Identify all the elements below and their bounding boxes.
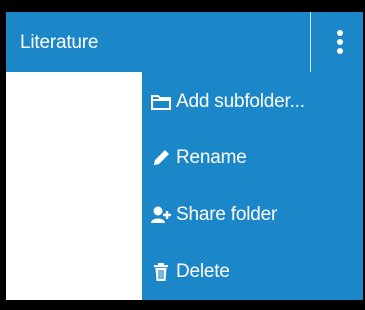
rename-menu-item[interactable]: Rename — [142, 138, 363, 178]
folder-title: Literature — [20, 32, 99, 53]
folder-content-area — [6, 72, 142, 300]
folder-context-menu: Add subfolder... Rename Share folder Del… — [142, 72, 363, 300]
add-subfolder-menu-item[interactable]: Add subfolder... — [142, 82, 363, 122]
pencil-icon — [150, 147, 172, 169]
header-divider — [310, 12, 311, 72]
delete-label: Delete — [176, 261, 230, 282]
rename-label: Rename — [176, 147, 247, 168]
folder-icon — [150, 91, 172, 113]
delete-menu-item[interactable]: Delete — [142, 252, 363, 292]
share-folder-menu-item[interactable]: Share folder — [142, 195, 363, 235]
add-user-icon — [150, 204, 172, 226]
more-options-icon[interactable] — [328, 28, 352, 58]
share-folder-label: Share folder — [176, 204, 278, 225]
add-subfolder-label: Add subfolder... — [176, 91, 305, 112]
folder-panel: Literature Add subfolder... Rename Share… — [6, 12, 363, 300]
folder-header: Literature — [6, 12, 363, 72]
trash-icon — [150, 261, 172, 283]
